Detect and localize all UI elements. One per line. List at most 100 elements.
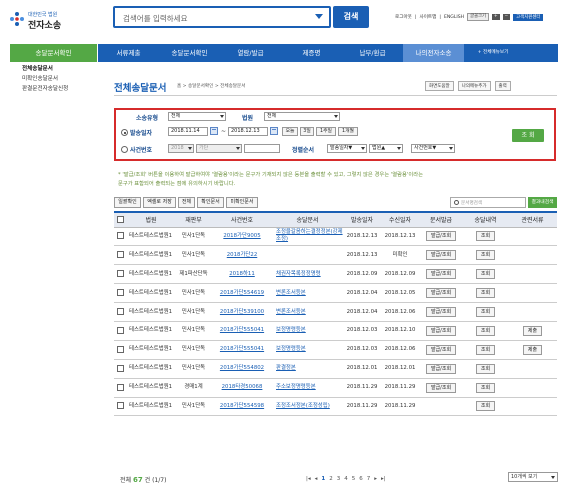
case-no-link[interactable]: 2018가단22: [227, 252, 258, 258]
court-logo[interactable]: 대한민국 법원 전자소송: [8, 8, 78, 32]
case-type-select[interactable]: 전체: [168, 112, 226, 121]
print-button[interactable]: 출력: [494, 81, 511, 91]
history-view-button[interactable]: 조회: [475, 382, 496, 393]
document-link[interactable]: 보정명령등본: [276, 327, 306, 333]
range-today-button[interactable]: 오늘: [282, 127, 298, 136]
date-radio[interactable]: [121, 129, 128, 136]
sort-select-3[interactable]: 사건번호▼: [411, 144, 455, 153]
document-link[interactable]: 조정을갈음하는결정정본(강제조정): [276, 229, 343, 242]
page-number[interactable]: 2: [329, 476, 333, 482]
issue-view-button[interactable]: 발급/조회: [425, 382, 457, 393]
document-link[interactable]: 조정조서정본(조정성립): [276, 403, 330, 409]
case-no-link[interactable]: 2018가단554802: [220, 365, 264, 371]
calendar-icon[interactable]: [210, 127, 218, 135]
case-no-link[interactable]: 2018하11: [229, 271, 255, 277]
next-page-icon[interactable]: ▸: [374, 476, 377, 482]
document-link[interactable]: 주소보정명령등본: [276, 384, 316, 390]
logout-link[interactable]: 로그아웃: [395, 14, 412, 20]
submit-button[interactable]: 제출: [522, 344, 543, 355]
issue-view-button[interactable]: 발급/조회: [425, 363, 457, 374]
row-checkbox[interactable]: [117, 326, 124, 334]
row-checkbox[interactable]: [117, 345, 124, 353]
nav-my-lawsuit[interactable]: 나의전자소송: [403, 44, 464, 62]
last-page-icon[interactable]: ▸|: [381, 476, 386, 482]
history-view-button[interactable]: 조회: [475, 307, 496, 317]
history-view-button[interactable]: 조회: [475, 269, 496, 280]
nav-delivery-check[interactable]: 송달문서확인: [159, 44, 220, 62]
sidebar-item-all-documents[interactable]: 전체송달문서: [10, 64, 97, 74]
select-all-checkbox[interactable]: [117, 216, 124, 224]
row-checkbox[interactable]: [117, 308, 124, 315]
row-checkbox[interactable]: [117, 383, 124, 391]
lookup-button[interactable]: 조 회: [512, 129, 544, 142]
range-1month-button[interactable]: 1개월: [338, 127, 358, 136]
sidebar-item-unconfirmed[interactable]: 미확인송달문서: [10, 74, 97, 84]
sitemap-link[interactable]: 사이트맵: [419, 14, 436, 20]
doc-search-input[interactable]: 문서명검색: [450, 197, 526, 208]
history-view-button[interactable]: 조회: [475, 325, 496, 336]
per-page-select[interactable]: 10개씩 보기: [508, 472, 558, 482]
page-number[interactable]: 7: [367, 476, 371, 482]
font-plus-button[interactable]: +: [491, 14, 500, 20]
row-checkbox[interactable]: [117, 289, 124, 297]
issue-view-button[interactable]: 발급/조회: [425, 250, 457, 261]
nav-certificates[interactable]: 제증명: [281, 44, 342, 62]
case-no-link[interactable]: 2018가단555041: [220, 327, 264, 333]
result-search-button[interactable]: 결과내검색: [528, 197, 557, 208]
row-checkbox[interactable]: [117, 270, 124, 278]
case-no-link[interactable]: 2018가단9005: [223, 233, 260, 239]
chevron-down-icon[interactable]: [315, 14, 323, 19]
page-number[interactable]: 3: [337, 476, 341, 482]
case-year-select[interactable]: 2018: [168, 144, 194, 153]
sort-select-2[interactable]: 법원▲: [369, 144, 403, 153]
issue-view-button[interactable]: 발급/조회: [425, 269, 457, 280]
filter-all-button[interactable]: 전체: [178, 197, 195, 208]
history-view-button[interactable]: 조회: [475, 288, 496, 299]
case-no-link[interactable]: 2018가단554619: [220, 290, 264, 296]
case-no-link[interactable]: 2018가단555041: [220, 346, 264, 352]
history-view-button[interactable]: 조회: [475, 363, 496, 374]
page-number[interactable]: 6: [359, 476, 363, 482]
issue-view-button[interactable]: 발급/조회: [425, 344, 457, 355]
bulk-confirm-button[interactable]: 일괄확인: [114, 197, 141, 208]
customer-center-button[interactable]: 고객지원센터: [513, 13, 544, 21]
date-from-input[interactable]: 2018.11.14: [168, 127, 208, 136]
first-page-icon[interactable]: |◂: [306, 476, 311, 482]
nav-payment-refund[interactable]: 납부/환급: [342, 44, 403, 62]
case-no-link[interactable]: 2018타경50068: [222, 384, 263, 390]
issue-view-button[interactable]: 발급/조회: [425, 325, 457, 336]
excel-save-button[interactable]: 엑셀로 저장: [143, 197, 176, 208]
case-no-link[interactable]: 2018가단554598: [220, 403, 264, 409]
submit-button[interactable]: 제출: [522, 325, 543, 336]
case-kind-select[interactable]: 가단: [196, 144, 242, 153]
sidebar-header[interactable]: 송달문서확인: [10, 44, 97, 62]
case-number-input[interactable]: [244, 144, 280, 153]
issue-view-button[interactable]: 발급/조회: [425, 288, 457, 299]
add-my-menu-button[interactable]: 나의메뉴추가: [457, 81, 491, 91]
history-view-button[interactable]: 조회: [475, 344, 496, 355]
help-button[interactable]: 화면도움말: [425, 81, 454, 91]
document-link[interactable]: 보정명령등본: [276, 346, 306, 352]
nav-submit-docs[interactable]: 서류제출: [98, 44, 159, 62]
history-view-button[interactable]: 조회: [475, 250, 496, 261]
filter-unconfirmed-button[interactable]: 미확인문서: [226, 197, 258, 208]
document-link[interactable]: 판결정본: [276, 365, 296, 371]
court-select[interactable]: 전체: [264, 112, 340, 121]
nav-all-menu[interactable]: + 전체메뉴보기: [464, 44, 522, 62]
search-button[interactable]: 검색: [333, 6, 369, 28]
nav-view-issue[interactable]: 열람/발급: [220, 44, 281, 62]
sort-select-1[interactable]: 발송일자▼: [327, 144, 367, 153]
filter-confirmed-button[interactable]: 확인문서: [197, 197, 224, 208]
prev-page-icon[interactable]: ◂: [315, 476, 318, 482]
search-input[interactable]: 검색어를 입력하세요: [113, 6, 331, 28]
page-number[interactable]: 4: [344, 476, 348, 482]
row-checkbox[interactable]: [117, 251, 124, 259]
history-view-button[interactable]: 조회: [475, 401, 496, 412]
issue-view-button[interactable]: 발급/조회: [425, 231, 457, 242]
case-no-radio[interactable]: [121, 146, 128, 153]
range-1week-button[interactable]: 1주일: [316, 127, 336, 136]
page-number[interactable]: 5: [352, 476, 356, 482]
font-minus-button[interactable]: −: [502, 14, 511, 20]
row-checkbox[interactable]: [117, 402, 124, 410]
date-to-input[interactable]: 2018.12.13: [228, 127, 268, 136]
